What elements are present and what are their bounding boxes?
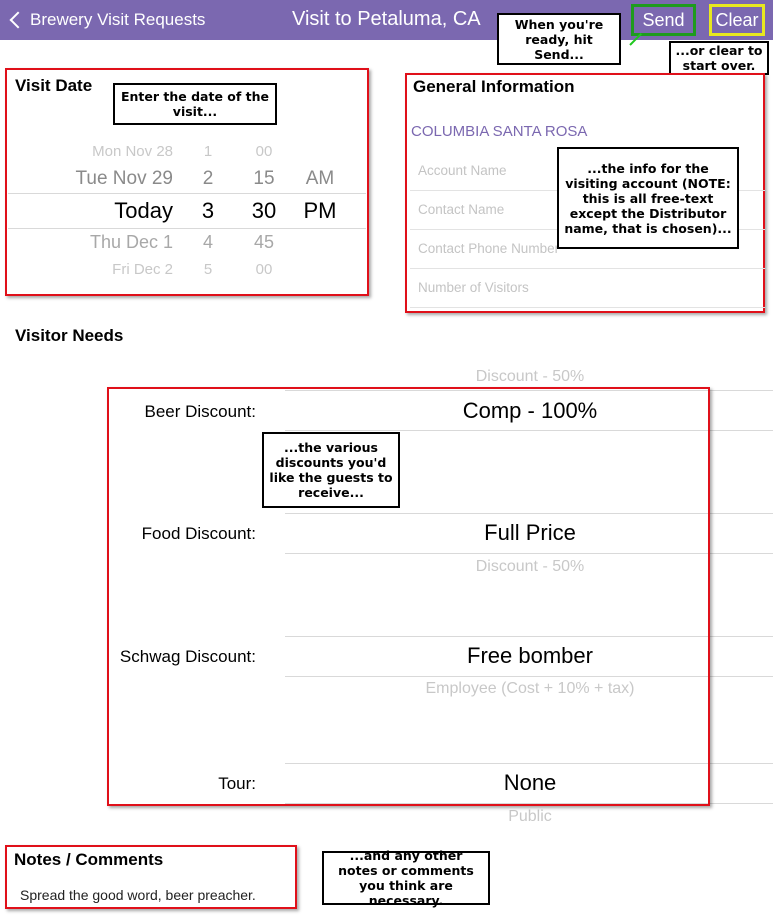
- picker-min: 45: [253, 232, 275, 252]
- picker-hour: 4: [202, 232, 213, 252]
- notes-title: Notes / Comments: [14, 850, 164, 869]
- tour-option-below: Public: [508, 808, 552, 825]
- back-button[interactable]: Brewery Visit Requests: [4, 6, 205, 34]
- visitor-needs-highlight: [107, 387, 710, 806]
- picker-min-selected: 30: [251, 198, 277, 223]
- date-callout: Enter the date of the visit...: [113, 83, 277, 125]
- picker-ampm: AM: [305, 168, 335, 189]
- picker-day: Fri Dec 2: [112, 261, 173, 278]
- beer-discount-option-above: Discount - 50%: [475, 368, 585, 385]
- notes-textarea[interactable]: Spread the good word, beer preacher.: [20, 887, 256, 903]
- visitor-count-placeholder: Number of Visitors: [418, 280, 529, 295]
- visitor-needs-title: Visitor Needs: [15, 326, 124, 345]
- notes-callout: ...and any other notes or comments you t…: [322, 848, 490, 908]
- send-callout: When you're ready, hit Send...: [497, 13, 621, 65]
- picker-ampm-selected: PM: [303, 198, 337, 223]
- picker-hour: 2: [202, 168, 214, 189]
- picker-min: 00: [255, 261, 273, 278]
- visitor-count-field[interactable]: Number of Visitors: [410, 270, 765, 308]
- picker-min: 00: [255, 143, 273, 160]
- back-button-label: Brewery Visit Requests: [30, 10, 206, 29]
- account-name-placeholder: Account Name: [418, 163, 507, 178]
- picker-selection-bottom: [8, 228, 366, 229]
- clear-callout: ...or clear to start over.: [669, 41, 769, 75]
- contact-name-placeholder: Contact Name: [418, 202, 505, 217]
- picker-min: 15: [253, 168, 275, 189]
- info-callout: ...the info for the visiting account (NO…: [557, 147, 739, 249]
- picker-day: Mon Nov 28: [92, 143, 173, 160]
- general-info-title: General Information: [413, 77, 575, 96]
- distributor-selector[interactable]: COLUMBIA SANTA ROSA: [411, 123, 587, 140]
- picker-hour: 5: [203, 261, 213, 278]
- clear-button[interactable]: Clear: [709, 4, 765, 36]
- page-title: Visit to Petaluma, CA: [292, 8, 481, 30]
- chevron-left-icon: [9, 11, 27, 29]
- picker-day: Tue Nov 29: [75, 168, 173, 189]
- picker-selection-top: [8, 193, 366, 194]
- visit-date-title: Visit Date: [15, 76, 93, 95]
- picker-day: Thu Dec 1: [89, 232, 173, 252]
- picker-hour-selected: 3: [201, 198, 215, 223]
- picker-day-selected: Today: [114, 198, 173, 223]
- date-picker[interactable]: Mon Nov 28 1 00 Tue Nov 29 2 15 AM Today…: [8, 135, 366, 290]
- picker-hour: 1: [203, 143, 213, 160]
- contact-phone-placeholder: Contact Phone Number: [418, 241, 560, 256]
- send-button[interactable]: Send: [631, 4, 696, 36]
